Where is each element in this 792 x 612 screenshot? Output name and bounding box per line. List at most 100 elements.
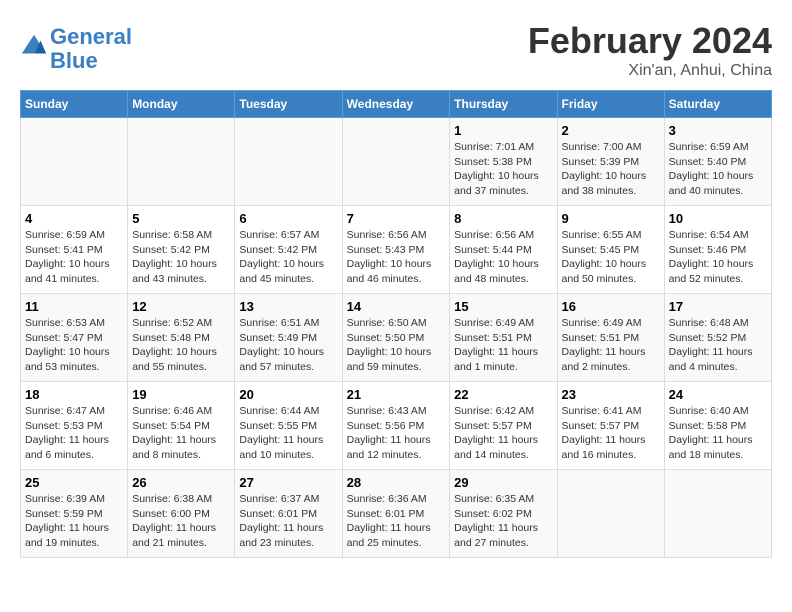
week-row-2: 4 Sunrise: 6:59 AM Sunset: 5:41 PM Daylig… — [21, 206, 772, 294]
month-title: February 2024 — [528, 20, 772, 62]
day-cell: 29 Sunrise: 6:35 AM Sunset: 6:02 PM Dayli… — [450, 470, 557, 558]
day-info: Sunrise: 6:38 AM Sunset: 6:00 PM Dayligh… — [132, 492, 230, 551]
day-number: 18 — [25, 387, 123, 402]
day-number: 3 — [669, 123, 767, 138]
day-info: Sunrise: 7:01 AM Sunset: 5:38 PM Dayligh… — [454, 140, 552, 199]
day-cell: 4 Sunrise: 6:59 AM Sunset: 5:41 PM Daylig… — [21, 206, 128, 294]
day-number: 28 — [347, 475, 446, 490]
weekday-header-monday: Monday — [128, 91, 235, 118]
day-number: 20 — [239, 387, 337, 402]
day-number: 12 — [132, 299, 230, 314]
day-cell: 24Sunrise: 6:40 AM Sunset: 5:58 PM Dayli… — [664, 382, 771, 470]
day-cell: 2Sunrise: 7:00 AM Sunset: 5:39 PM Daylig… — [557, 118, 664, 206]
day-info: Sunrise: 6:58 AM Sunset: 5:42 PM Dayligh… — [132, 228, 230, 287]
weekday-header-sunday: Sunday — [21, 91, 128, 118]
day-number: 7 — [347, 211, 446, 226]
day-cell — [235, 118, 342, 206]
day-cell — [128, 118, 235, 206]
day-number: 29 — [454, 475, 552, 490]
day-info: Sunrise: 6:51 AM Sunset: 5:49 PM Dayligh… — [239, 316, 337, 375]
logo-line1: General — [50, 24, 132, 49]
week-row-3: 11Sunrise: 6:53 AM Sunset: 5:47 PM Dayli… — [21, 294, 772, 382]
day-cell — [342, 118, 450, 206]
day-cell: 7 Sunrise: 6:56 AM Sunset: 5:43 PM Daylig… — [342, 206, 450, 294]
day-info: Sunrise: 6:39 AM Sunset: 5:59 PM Dayligh… — [25, 492, 123, 551]
day-info: Sunrise: 6:56 AM Sunset: 5:43 PM Dayligh… — [347, 228, 446, 287]
day-info: Sunrise: 6:48 AM Sunset: 5:52 PM Dayligh… — [669, 316, 767, 375]
week-row-4: 18 Sunrise: 6:47 AM Sunset: 5:53 PM Dayli… — [21, 382, 772, 470]
day-cell: 8 Sunrise: 6:56 AM Sunset: 5:44 PM Daylig… — [450, 206, 557, 294]
day-info: Sunrise: 6:35 AM Sunset: 6:02 PM Dayligh… — [454, 492, 552, 551]
day-number: 11 — [25, 299, 123, 314]
day-number: 10 — [669, 211, 767, 226]
day-number: 15 — [454, 299, 552, 314]
day-info: Sunrise: 6:47 AM Sunset: 5:53 PM Dayligh… — [25, 404, 123, 463]
calendar-table: SundayMondayTuesdayWednesdayThursdayFrid… — [20, 90, 772, 558]
weekday-header-saturday: Saturday — [664, 91, 771, 118]
weekday-header-friday: Friday — [557, 91, 664, 118]
day-number: 25 — [25, 475, 123, 490]
day-cell: 27 Sunrise: 6:37 AM Sunset: 6:01 PM Dayli… — [235, 470, 342, 558]
day-number: 22 — [454, 387, 552, 402]
day-cell: 12 Sunrise: 6:52 AM Sunset: 5:48 PM Dayli… — [128, 294, 235, 382]
day-cell: 23 Sunrise: 6:41 AM Sunset: 5:57 PM Dayli… — [557, 382, 664, 470]
day-number: 1 — [454, 123, 552, 138]
day-number: 4 — [25, 211, 123, 226]
day-cell: 22 Sunrise: 6:42 AM Sunset: 5:57 PM Dayli… — [450, 382, 557, 470]
day-number: 14 — [347, 299, 446, 314]
day-info: Sunrise: 6:42 AM Sunset: 5:57 PM Dayligh… — [454, 404, 552, 463]
day-info: Sunrise: 6:54 AM Sunset: 5:46 PM Dayligh… — [669, 228, 767, 287]
location: Xin'an, Anhui, China — [528, 62, 772, 80]
weekday-header-wednesday: Wednesday — [342, 91, 450, 118]
day-cell: 28 Sunrise: 6:36 AM Sunset: 6:01 PM Dayli… — [342, 470, 450, 558]
day-info: Sunrise: 6:59 AM Sunset: 5:41 PM Dayligh… — [25, 228, 123, 287]
weekday-header-row: SundayMondayTuesdayWednesdayThursdayFrid… — [21, 91, 772, 118]
day-number: 21 — [347, 387, 446, 402]
day-info: Sunrise: 6:52 AM Sunset: 5:48 PM Dayligh… — [132, 316, 230, 375]
day-info: Sunrise: 6:59 AM Sunset: 5:40 PM Dayligh… — [669, 140, 767, 199]
day-info: Sunrise: 6:40 AM Sunset: 5:58 PM Dayligh… — [669, 404, 767, 463]
page-header: General Blue February 2024 Xin'an, Anhui… — [20, 20, 772, 80]
day-info: Sunrise: 6:37 AM Sunset: 6:01 PM Dayligh… — [239, 492, 337, 551]
day-info: Sunrise: 6:41 AM Sunset: 5:57 PM Dayligh… — [562, 404, 660, 463]
day-info: Sunrise: 6:43 AM Sunset: 5:56 PM Dayligh… — [347, 404, 446, 463]
logo: General Blue — [20, 25, 132, 73]
day-info: Sunrise: 6:46 AM Sunset: 5:54 PM Dayligh… — [132, 404, 230, 463]
day-cell: 19 Sunrise: 6:46 AM Sunset: 5:54 PM Dayli… — [128, 382, 235, 470]
logo-text: General Blue — [50, 25, 132, 73]
day-info: Sunrise: 6:57 AM Sunset: 5:42 PM Dayligh… — [239, 228, 337, 287]
day-info: Sunrise: 6:55 AM Sunset: 5:45 PM Dayligh… — [562, 228, 660, 287]
day-info: Sunrise: 6:50 AM Sunset: 5:50 PM Dayligh… — [347, 316, 446, 375]
day-cell: 14 Sunrise: 6:50 AM Sunset: 5:50 PM Dayli… — [342, 294, 450, 382]
logo-icon — [20, 33, 48, 61]
day-number: 13 — [239, 299, 337, 314]
day-cell: 3 Sunrise: 6:59 AM Sunset: 5:40 PM Daylig… — [664, 118, 771, 206]
day-info: Sunrise: 6:44 AM Sunset: 5:55 PM Dayligh… — [239, 404, 337, 463]
day-cell: 25 Sunrise: 6:39 AM Sunset: 5:59 PM Dayli… — [21, 470, 128, 558]
logo-line2: Blue — [50, 48, 98, 73]
day-number: 9 — [562, 211, 660, 226]
day-cell: 20 Sunrise: 6:44 AM Sunset: 5:55 PM Dayli… — [235, 382, 342, 470]
day-cell: 15 Sunrise: 6:49 AM Sunset: 5:51 PM Dayli… — [450, 294, 557, 382]
day-cell — [664, 470, 771, 558]
day-cell — [21, 118, 128, 206]
day-number: 16 — [562, 299, 660, 314]
day-info: Sunrise: 6:36 AM Sunset: 6:01 PM Dayligh… — [347, 492, 446, 551]
day-cell: 6 Sunrise: 6:57 AM Sunset: 5:42 PM Daylig… — [235, 206, 342, 294]
day-number: 19 — [132, 387, 230, 402]
day-number: 27 — [239, 475, 337, 490]
title-block: February 2024 Xin'an, Anhui, China — [528, 20, 772, 80]
day-cell — [557, 470, 664, 558]
day-cell: 16Sunrise: 6:49 AM Sunset: 5:51 PM Dayli… — [557, 294, 664, 382]
day-number: 6 — [239, 211, 337, 226]
day-cell: 11Sunrise: 6:53 AM Sunset: 5:47 PM Dayli… — [21, 294, 128, 382]
weekday-header-tuesday: Tuesday — [235, 91, 342, 118]
day-cell: 13 Sunrise: 6:51 AM Sunset: 5:49 PM Dayli… — [235, 294, 342, 382]
day-number: 23 — [562, 387, 660, 402]
day-info: Sunrise: 6:56 AM Sunset: 5:44 PM Dayligh… — [454, 228, 552, 287]
day-cell: 21 Sunrise: 6:43 AM Sunset: 5:56 PM Dayli… — [342, 382, 450, 470]
day-number: 17 — [669, 299, 767, 314]
day-info: Sunrise: 6:49 AM Sunset: 5:51 PM Dayligh… — [454, 316, 552, 375]
day-number: 8 — [454, 211, 552, 226]
day-number: 2 — [562, 123, 660, 138]
